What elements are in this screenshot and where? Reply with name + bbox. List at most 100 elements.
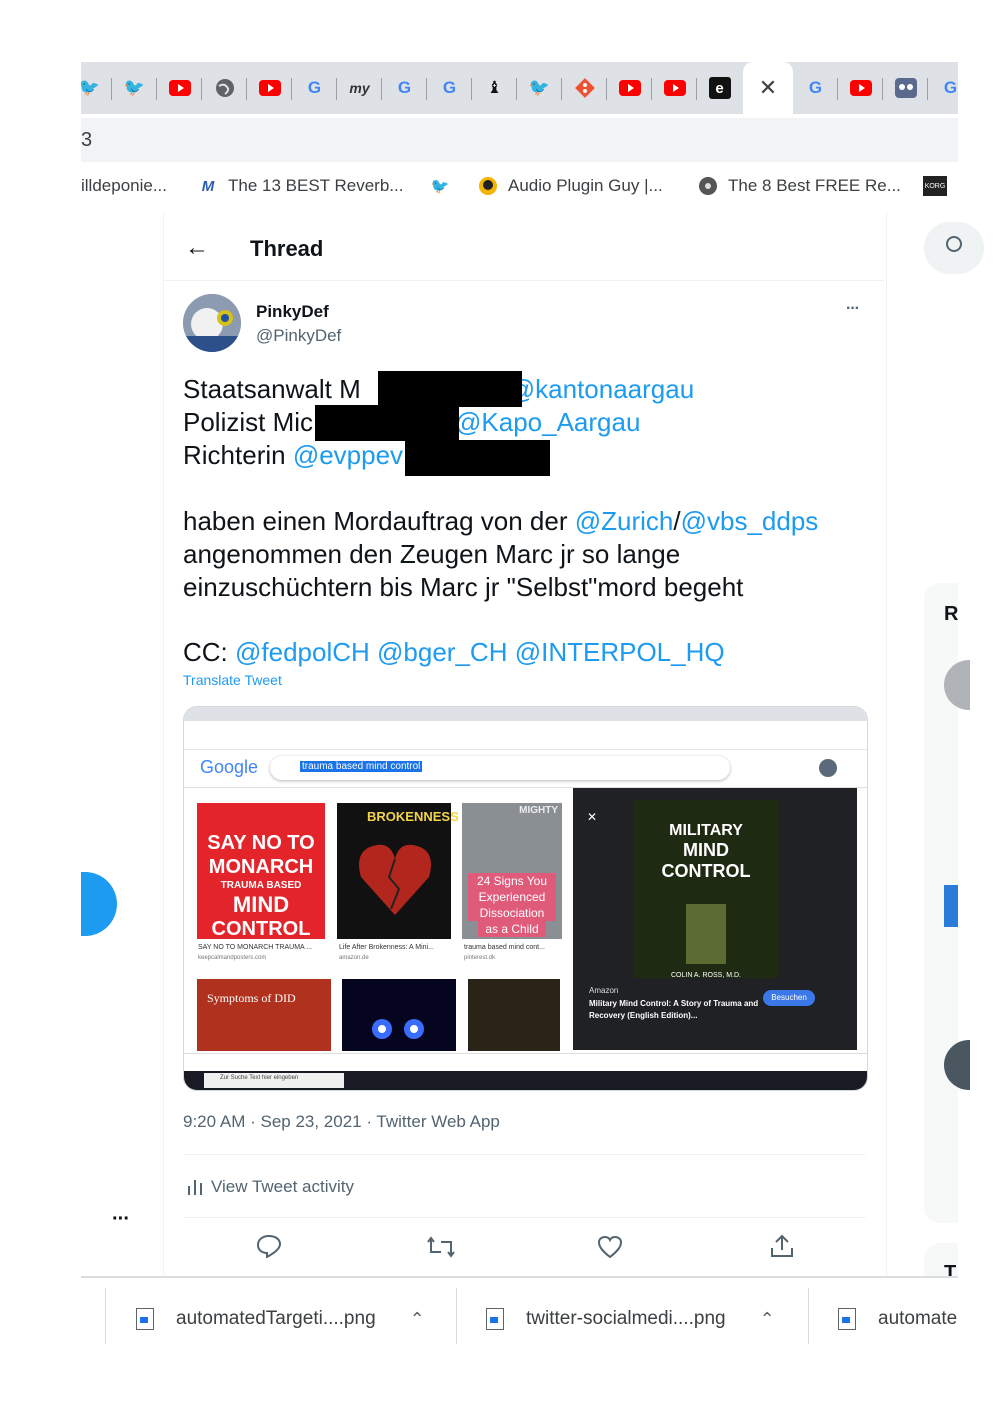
tweet-timestamp[interactable]: 9:20 AM · Sep 23, 2021 · Twitter Web App xyxy=(183,1112,500,1132)
bookmark-item[interactable]: 🐦 xyxy=(430,176,450,196)
tab-google[interactable]: G xyxy=(292,62,337,114)
chevron-up-icon[interactable]: ⌃ xyxy=(410,1309,425,1330)
taskbar-search-text: Zur Suche Text hier eingeben xyxy=(220,1075,299,1081)
tab-globe[interactable] xyxy=(202,62,247,114)
activity-icon xyxy=(187,1178,205,1196)
tab-mixed[interactable]: my xyxy=(337,62,382,114)
google-icon: G xyxy=(442,78,457,97)
mention-link[interactable]: @Kapo_Aargau xyxy=(455,407,640,437)
thread-header: ← Thread xyxy=(163,218,885,281)
page-title: Thread xyxy=(250,236,324,261)
youtube-icon xyxy=(258,77,281,99)
plugin-guy-icon xyxy=(478,176,498,196)
more-options-icon[interactable]: ··· xyxy=(846,300,860,318)
tab-google[interactable]: G xyxy=(427,62,472,114)
mention-link[interactable]: @bger_CH xyxy=(377,637,507,667)
twitter-icon: 🐦 xyxy=(528,78,551,97)
visit-button: Besuchen xyxy=(763,990,815,1006)
record-icon xyxy=(698,176,718,196)
tab-git[interactable] xyxy=(562,62,607,114)
tab-google[interactable]: G xyxy=(793,62,838,114)
panel-source: Amazon xyxy=(589,986,619,995)
image-source: keepcalmandposters.com xyxy=(198,955,267,961)
twitter-icon: 🐦 xyxy=(123,78,146,97)
image-file-icon xyxy=(486,1308,504,1330)
image-file-icon xyxy=(136,1308,154,1330)
tab-youtube[interactable] xyxy=(157,62,202,114)
image-tile-monarch: SAY NO TO MONARCH TRAUMA BASED MIND CONT… xyxy=(197,803,325,940)
image-caption: Life After Brokenness: A Mini... xyxy=(339,944,434,951)
image-tile-dark xyxy=(342,979,456,1051)
download-item[interactable]: automatedTargeti....png ⌃ xyxy=(136,1308,425,1330)
address-bar[interactable]: 3 xyxy=(81,118,958,162)
tab-owl[interactable] xyxy=(883,62,928,114)
inner-download-bar xyxy=(184,1053,867,1070)
divider xyxy=(105,1288,106,1344)
avatar[interactable] xyxy=(183,294,241,352)
dark-logo-icon: KORG xyxy=(923,176,947,196)
google-icon: G xyxy=(808,78,823,97)
mention-link[interactable]: @evppev xyxy=(293,440,403,470)
mention-link[interactable]: @fedpolCH xyxy=(235,637,370,667)
tab-twitter[interactable]: 🐦 xyxy=(517,62,562,114)
bookmark-item[interactable]: The 8 Best FREE Re... xyxy=(698,176,901,196)
reply-icon[interactable] xyxy=(256,1234,282,1263)
image-source: pinterest.dk xyxy=(464,955,496,961)
search-icon xyxy=(946,236,962,252)
close-tab-icon[interactable]: ✕ xyxy=(757,75,779,100)
git-icon xyxy=(574,77,596,99)
divider xyxy=(808,1288,809,1344)
tab-e[interactable]: e xyxy=(697,62,742,114)
tab-chess[interactable]: ♝ xyxy=(472,62,517,114)
tweet-line: CC: @fedpolCH @bger_CH @INTERPOL_HQ xyxy=(183,637,725,667)
download-item[interactable]: twitter-socialmedi....png ⌃ xyxy=(486,1308,775,1330)
url-text[interactable]: 3 xyxy=(81,129,92,152)
inner-search-query: trauma based mind control xyxy=(300,761,423,772)
share-icon[interactable] xyxy=(769,1233,795,1264)
mixed-logo-icon: M xyxy=(201,177,215,195)
view-activity-link[interactable]: View Tweet activity xyxy=(211,1177,354,1197)
divider xyxy=(183,1217,866,1218)
close-icon: ✕ xyxy=(587,810,598,824)
tab-twitter[interactable]: 🐦 xyxy=(81,62,112,114)
tab-active[interactable]: ✕ xyxy=(743,62,793,114)
bookmark-item[interactable]: KORG xyxy=(923,176,947,196)
tab-google[interactable]: G xyxy=(928,62,958,114)
avatar[interactable] xyxy=(944,885,958,927)
bookmarks-bar: illdeponie... M The 13 BEST Reverb... 🐦 A… xyxy=(81,166,958,210)
like-icon[interactable] xyxy=(597,1235,623,1264)
image-tile-brokenness: BROKENNESS xyxy=(337,803,459,939)
tab-youtube[interactable] xyxy=(838,62,883,114)
mention-link[interactable]: @Zurich xyxy=(575,506,674,536)
inner-tab-strip xyxy=(184,707,867,721)
author-name[interactable]: PinkyDef xyxy=(256,302,329,322)
image-file-icon xyxy=(838,1308,856,1330)
globe-icon xyxy=(214,77,236,99)
tab-twitter[interactable]: 🐦 xyxy=(112,62,157,114)
bookmark-item[interactable]: illdeponie... xyxy=(81,176,167,196)
download-bar: automatedTargeti....png ⌃ twitter-social… xyxy=(81,1276,958,1416)
mention-link[interactable]: @INTERPOL_HQ xyxy=(515,637,725,667)
tweet-line: Richterin @evppev xyxy=(183,440,404,470)
tab-google[interactable]: G xyxy=(382,62,427,114)
tweet-image[interactable]: Google trauma based mind control SAY NO … xyxy=(183,706,868,1091)
mention-link[interactable]: @vbs_ddps xyxy=(681,506,819,536)
image-caption: SAY NO TO MONARCH TRAUMA ... xyxy=(198,944,313,951)
panel-description: Military Mind Control: A Story of Trauma… xyxy=(589,999,759,1020)
translate-link[interactable]: Translate Tweet xyxy=(183,672,282,688)
google-icon: G xyxy=(307,78,322,97)
bookmark-item[interactable]: M The 13 BEST Reverb... xyxy=(198,176,404,196)
avatar xyxy=(819,759,837,777)
bookmark-item[interactable]: Audio Plugin Guy |... xyxy=(478,176,663,196)
back-arrow-icon[interactable]: ← xyxy=(185,234,209,262)
redaction-box xyxy=(378,371,522,407)
mention-link[interactable]: @kantonaargau xyxy=(509,374,694,404)
download-item[interactable]: automate xyxy=(838,1308,957,1330)
more-icon[interactable]: ··· xyxy=(112,1208,130,1231)
tab-youtube[interactable] xyxy=(607,62,652,114)
tab-youtube[interactable] xyxy=(652,62,697,114)
retweet-icon[interactable] xyxy=(427,1236,455,1263)
author-handle[interactable]: @PinkyDef xyxy=(256,326,341,346)
tab-youtube[interactable] xyxy=(247,62,292,114)
chevron-up-icon[interactable]: ⌃ xyxy=(760,1309,775,1330)
